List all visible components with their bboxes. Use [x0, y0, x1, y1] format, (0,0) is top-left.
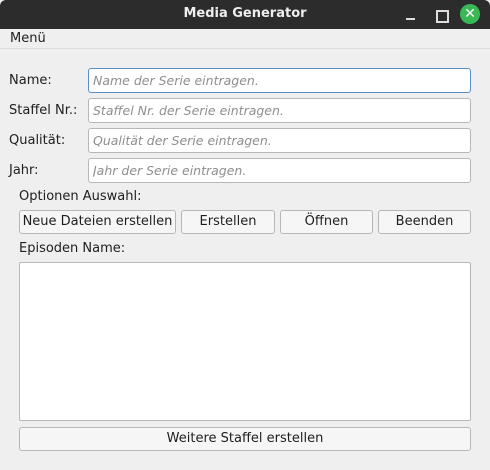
staffel-input[interactable] — [88, 98, 471, 123]
minimize-icon[interactable] — [401, 5, 420, 24]
new-files-button[interactable]: Neue Dateien erstellen — [19, 210, 176, 234]
qualitaet-label: Qualität: — [9, 133, 66, 148]
options-label: Optionen Auswahl: — [19, 189, 142, 204]
close-icon[interactable]: ✕ — [460, 4, 480, 24]
open-button[interactable]: Öffnen — [280, 210, 373, 234]
maximize-icon[interactable] — [431, 5, 450, 24]
create-button[interactable]: Erstellen — [181, 210, 275, 234]
episoden-textarea[interactable] — [19, 262, 471, 421]
weitere-staffel-button[interactable]: Weitere Staffel erstellen — [19, 427, 471, 451]
menu-item-menue[interactable]: Menü — [10, 31, 46, 46]
window-titlebar[interactable]: Media Generator ✕ — [0, 0, 490, 29]
episoden-label: Episoden Name: — [19, 241, 126, 256]
qualitaet-input[interactable] — [88, 128, 471, 153]
quit-button[interactable]: Beenden — [378, 210, 471, 234]
jahr-label: Jahr: — [9, 163, 39, 178]
name-label: Name: — [9, 73, 52, 88]
name-input[interactable] — [88, 68, 471, 93]
menubar: Menü — [0, 29, 490, 49]
staffel-label: Staffel Nr.: — [9, 103, 78, 118]
jahr-input[interactable] — [88, 158, 471, 183]
